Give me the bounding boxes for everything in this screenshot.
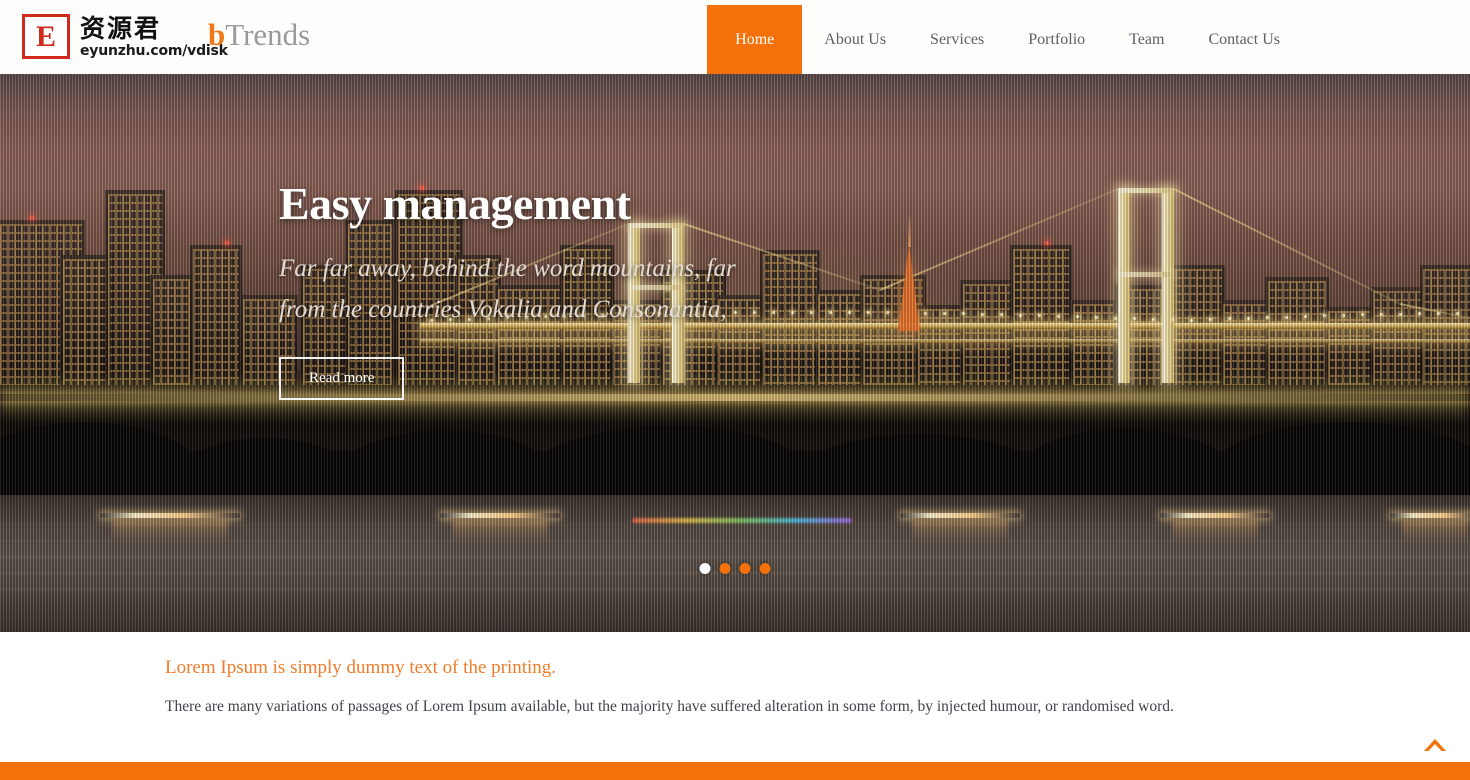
logo-text-block: 资源君 eyunzhu.com/vdisk xyxy=(80,16,228,58)
hero-copy: Easy management Far far away, behind the… xyxy=(279,178,779,400)
logo-chinese-name: 资源君 xyxy=(80,13,162,43)
bridge-lamp xyxy=(791,310,794,314)
bridge-lamp xyxy=(1399,312,1402,316)
pylon-crossbeam xyxy=(1118,271,1174,277)
site-name-rest: Trends xyxy=(225,17,311,52)
content-paragraph: There are many variations of passages of… xyxy=(165,698,1174,715)
slider-dot-2[interactable] xyxy=(719,563,731,574)
main-navigation: Home About Us Services Portfolio Team Co… xyxy=(707,5,1470,74)
roof-beacon xyxy=(1045,240,1049,245)
read-more-button[interactable]: Read more xyxy=(279,356,405,400)
nav-item-home[interactable]: Home xyxy=(707,5,803,74)
bridge-lamp xyxy=(1285,315,1288,319)
boat-lights xyxy=(440,512,560,518)
bridge-lamp xyxy=(1247,316,1250,320)
roof-beacon xyxy=(30,215,34,220)
hero-slider: Easy management Far far away, behind the… xyxy=(0,74,1470,632)
water-reflection xyxy=(1402,519,1468,542)
slider-dot-1[interactable] xyxy=(699,563,711,574)
roof-beacon xyxy=(225,240,229,245)
slider-dot-3[interactable] xyxy=(739,563,751,574)
boat-lights xyxy=(900,512,1020,518)
bridge-lamp xyxy=(1437,311,1440,315)
content-inner: Lorem Ipsum is simply dummy text of the … xyxy=(165,657,1174,716)
nav-item-portfolio[interactable]: Portfolio xyxy=(1006,5,1107,74)
content-heading: Lorem Ipsum is simply dummy text of the … xyxy=(165,657,557,678)
water-streak xyxy=(0,523,1470,526)
bridge-lamp xyxy=(981,312,984,316)
footer-accent-bar xyxy=(0,762,1470,780)
water-reflection xyxy=(1172,519,1258,542)
water-reflection xyxy=(912,519,1008,542)
logo-letter: E xyxy=(35,19,56,53)
bridge-lamp xyxy=(1057,314,1060,318)
hero-heading: Easy management xyxy=(279,178,631,229)
page-root: E 资源君 eyunzhu.com/vdisk bTrends Home Abo… xyxy=(0,0,1470,780)
slider-dots xyxy=(699,563,771,574)
bridge-lamp xyxy=(1190,318,1193,322)
water-streak xyxy=(0,587,1470,590)
water-streak xyxy=(0,555,1470,558)
bridge-lamp xyxy=(848,310,851,314)
chevron-up-icon xyxy=(1424,739,1446,751)
nav-item-contact-us[interactable]: Contact Us xyxy=(1186,5,1302,74)
bridge-lamp xyxy=(1304,315,1307,318)
logo-url: eyunzhu.com/vdisk xyxy=(80,42,228,59)
boat-lights xyxy=(1390,512,1470,518)
brand-logo[interactable]: E 资源君 eyunzhu.com/vdisk xyxy=(22,14,228,59)
nav-item-team[interactable]: Team xyxy=(1107,5,1186,74)
bridge-lamp xyxy=(1456,311,1459,315)
bridge-lamp xyxy=(924,311,927,315)
bridge-lamp xyxy=(1114,316,1117,320)
nav-right-spacer xyxy=(1302,5,1470,74)
water-streak xyxy=(0,539,1470,542)
bridge-pylon xyxy=(1118,187,1130,383)
bridge-lamp xyxy=(1019,313,1022,317)
content-section: Lorem Ipsum is simply dummy text of the … xyxy=(0,632,1470,762)
site-name-accent: b xyxy=(208,17,226,52)
foreground-dark-band xyxy=(0,451,1470,496)
slider-dot-4[interactable] xyxy=(759,563,771,574)
tokyo-tower xyxy=(898,244,920,331)
hero-subheading: Far far away, behind the word mountains,… xyxy=(279,254,736,324)
tokyo-tower-spire xyxy=(908,216,911,247)
nav-item-services[interactable]: Services xyxy=(908,5,1006,74)
boat-lights xyxy=(1160,512,1270,518)
bridge-lamp xyxy=(1152,317,1155,321)
site-name[interactable]: bTrends xyxy=(208,17,311,52)
bridge-pylon xyxy=(1162,187,1174,383)
boat-lights xyxy=(100,512,240,518)
bridge-lamp xyxy=(1209,318,1212,322)
pylon-crossbeam xyxy=(1118,187,1174,193)
bridge-lamp xyxy=(1095,315,1098,319)
bridge-lamp xyxy=(1342,313,1345,317)
scroll-to-top-button[interactable] xyxy=(1420,732,1450,758)
bridge-lamp xyxy=(1380,313,1383,317)
logo-mark-icon: E xyxy=(22,14,70,59)
nav-item-about-us[interactable]: About Us xyxy=(802,5,908,74)
bridge-lamp xyxy=(829,310,832,314)
water-reflection xyxy=(452,519,548,542)
colored-reflection xyxy=(632,518,852,524)
site-header: E 资源君 eyunzhu.com/vdisk bTrends Home Abo… xyxy=(0,0,1470,74)
water-reflection xyxy=(112,519,228,542)
bridge-lamp xyxy=(810,310,813,314)
